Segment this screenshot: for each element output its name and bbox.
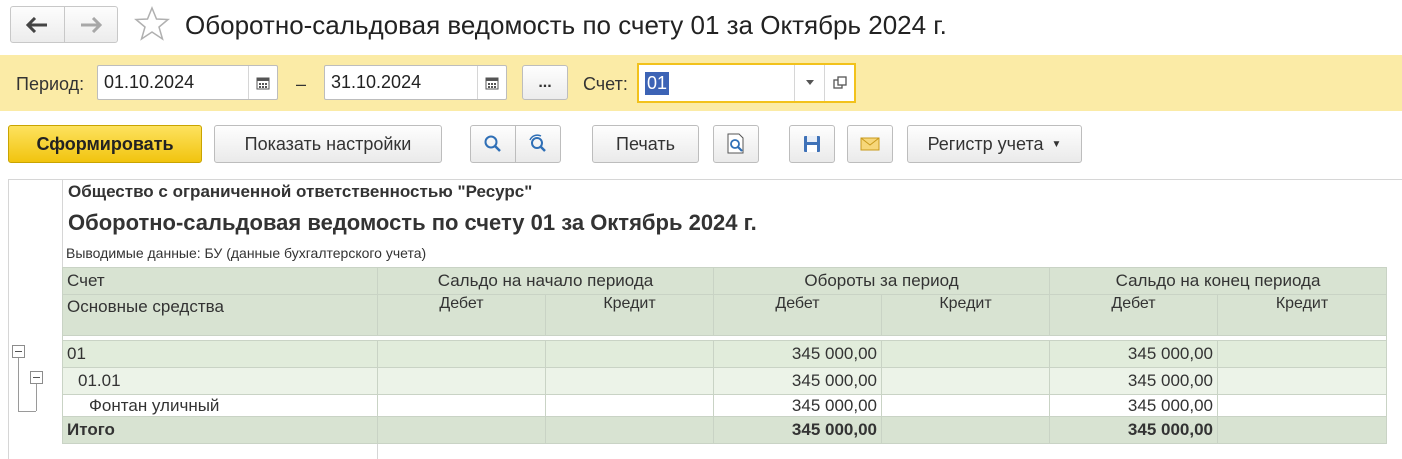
header-opening-debit: Дебет [377,294,546,336]
account-open-button[interactable] [824,65,854,101]
back-button[interactable] [11,7,64,42]
row-turnover-debit: 345 000,00 [713,340,882,368]
search-refresh-icon [529,134,546,152]
table-row[interactable]: 01 345 000,00 345 000,00 [62,340,1388,368]
total-label: Итого [62,416,378,444]
total-row: Итого 345 000,00 345 000,00 [62,416,1388,444]
favorite-star-icon[interactable] [134,6,170,42]
header-account: Счет [62,267,378,295]
search-icon [484,135,501,152]
tree-line [36,383,37,411]
save-button[interactable] [789,125,835,163]
row-turnover-debit: 345 000,00 [713,367,882,395]
header-closing-credit: Кредит [1217,294,1388,336]
row-closing-debit: 345 000,00 [1049,367,1219,395]
tree-line [18,353,19,411]
caret-down-icon: ▼ [1051,138,1062,150]
find-next-button[interactable] [515,125,561,163]
header-closing-debit: Дебет [1049,294,1219,336]
row-account: 01 [62,340,378,368]
header-opening-credit: Кредит [545,294,714,336]
report-organization: Общество с ограниченной ответственностью… [68,182,533,201]
row-subconto: Фонтан уличный [62,394,378,417]
register-dropdown-button[interactable]: Регистр учета ▼ [907,125,1082,163]
table-row[interactable]: Фонтан уличный 345 000,00 345 000,00 [62,394,1388,417]
date-from-field[interactable]: 01.10.2024 [97,65,278,100]
total-closing-debit: 345 000,00 [1049,416,1219,444]
collapse-group-icon[interactable] [12,345,25,358]
save-icon [804,136,820,152]
row-turnover-debit: 345 000,00 [713,394,882,417]
header-turnover: Обороты за период [712,267,1051,295]
table-row[interactable]: 01.01 345 000,00 345 000,00 [62,367,1388,395]
account-dropdown-button[interactable] [794,65,824,101]
open-window-icon [832,76,847,89]
arrow-left-icon [26,16,48,33]
generate-button[interactable]: Сформировать [8,125,202,163]
account-field[interactable]: 01 [637,63,856,103]
send-email-button[interactable] [847,125,893,163]
register-label: Регистр учета [927,133,1044,154]
date-to-field[interactable]: 31.10.2024 [324,65,507,100]
period-label: Период: [16,74,85,94]
print-button[interactable]: Печать [592,125,699,163]
preview-button[interactable] [713,125,759,163]
page-title: Оборотно-сальдовая ведомость по счету 01… [185,10,947,40]
history-nav [10,6,118,43]
total-turnover-debit: 345 000,00 [713,416,882,444]
header-opening-balance: Сальдо на начало периода [377,267,714,295]
calendar-icon [485,77,499,89]
collapse-group-icon[interactable] [30,371,43,384]
arrow-right-icon [80,16,102,33]
show-settings-button[interactable]: Показать настройки [214,125,442,163]
date-to-value: 31.10.2024 [331,72,422,92]
table-header-row-2: Основные средства Дебет Кредит Дебет Кре… [62,294,1388,336]
row-closing-debit: 345 000,00 [1049,394,1219,417]
header-subconto: Основные средства [62,294,378,336]
select-period-button[interactable]: ... [522,65,568,100]
report-subtitle: Выводимые данные: БУ (данные бухгалтерск… [66,245,427,261]
chevron-down-icon [805,80,814,85]
header-turnover-debit: Дебет [713,294,882,336]
period-dash: – [296,74,307,94]
header-turnover-credit: Кредит [880,294,1051,336]
tree-line [18,411,36,412]
calendar-icon [256,77,270,89]
account-label: Счет: [583,74,628,94]
forward-button[interactable] [63,7,118,42]
balance-table: Счет Сальдо на начало периода Обороты за… [61,267,1388,444]
row-account: 01.01 [62,367,378,395]
print-preview-icon [727,133,744,154]
row-closing-debit: 345 000,00 [1049,340,1219,368]
date-from-calendar-button[interactable] [248,66,277,99]
account-value: 01 [645,71,670,95]
date-from-value: 01.10.2024 [104,72,195,92]
report-title: Оборотно-сальдовая ведомость по счету 01… [68,210,757,235]
date-to-calendar-button[interactable] [477,66,506,99]
search-button[interactable] [470,125,516,163]
header-closing-balance: Сальдо на конец периода [1049,267,1388,295]
envelope-icon [860,137,880,151]
table-header-row-1: Счет Сальдо на начало периода Обороты за… [62,267,1388,295]
